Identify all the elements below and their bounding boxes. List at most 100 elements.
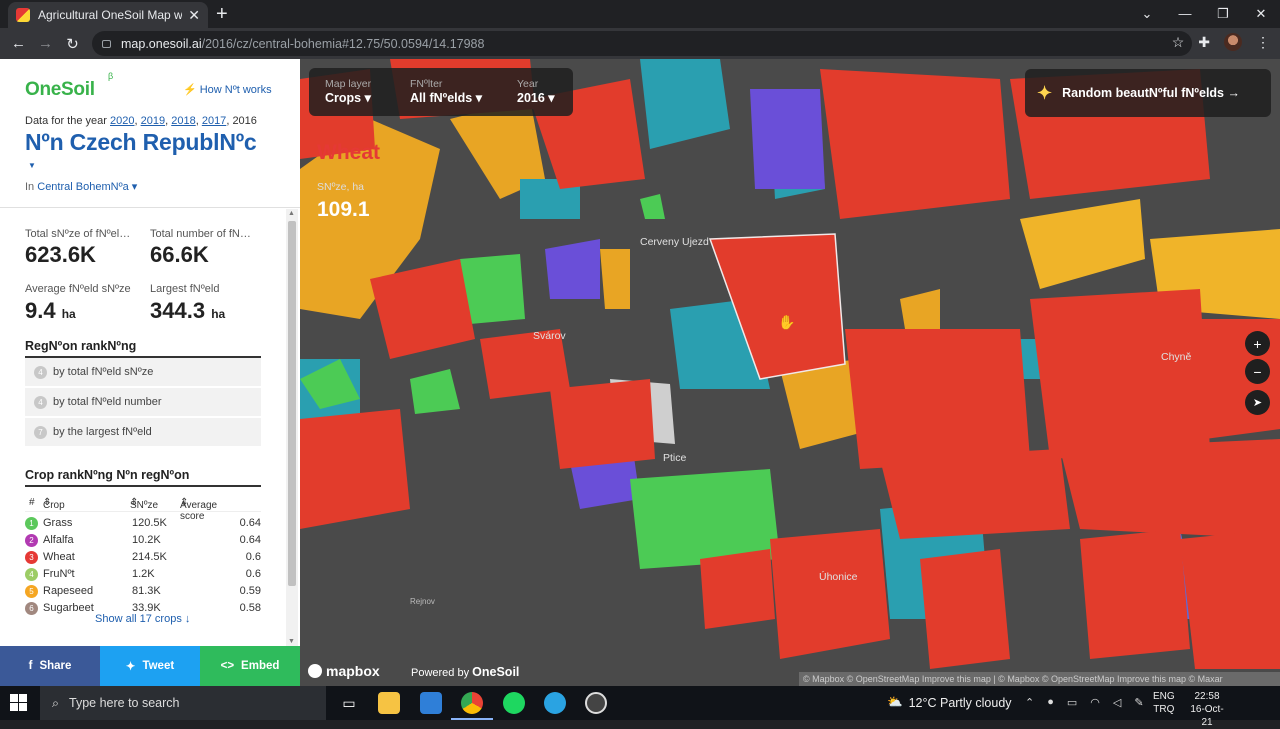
crop-row[interactable]: 3 Wheat 214.5K 0.6 xyxy=(25,549,261,566)
mapbox-logo[interactable]: mapbox xyxy=(308,663,380,679)
scroll-thumb[interactable] xyxy=(288,221,296,586)
panel-scrollbar[interactable]: ▲ ▼ xyxy=(286,209,298,646)
wifi-icon[interactable]: ◠ xyxy=(1090,696,1100,709)
taskbar-clock[interactable]: 22:58 16-Oct-21 xyxy=(1185,690,1229,729)
country-dropdown-icon[interactable]: ▼ xyxy=(28,161,36,170)
year-link-2020[interactable]: 2020 xyxy=(110,115,134,127)
total-number-label: Total number of fN… xyxy=(150,228,251,240)
lock-icon xyxy=(102,39,111,48)
back-icon[interactable]: ← xyxy=(5,35,32,52)
volume-icon[interactable]: ◁ xyxy=(1113,696,1121,709)
forward-icon[interactable]: → xyxy=(32,35,59,52)
chevron-down-icon: ▾ xyxy=(364,91,371,105)
largest-field-stat: 344.3 ha xyxy=(150,298,225,324)
facebook-share-button[interactable]: f Share xyxy=(0,646,100,686)
bookmark-star-icon[interactable]: ☆ xyxy=(1172,34,1185,51)
year-value: 2016 xyxy=(517,91,545,105)
task-view-icon[interactable]: ▭ xyxy=(338,692,360,714)
language-indicator[interactable]: ENG TRQ xyxy=(1153,690,1175,716)
zoom-out-button[interactable]: − xyxy=(1245,359,1270,384)
how-it-works-link[interactable]: ⚡ How Nºt works xyxy=(183,83,272,96)
random-fields-button[interactable]: ✦ Random beautNºful fNºelds → xyxy=(1025,69,1271,117)
col-crop-sort[interactable]: Crop ⇕ xyxy=(43,497,65,511)
chevron-down-icon: ▾ xyxy=(548,91,555,105)
crop-map[interactable]: Map layer Crops ▾ FNºlter All fNºelds ▾ … xyxy=(300,59,1280,686)
file-explorer-icon[interactable] xyxy=(378,692,400,714)
year-link-2019[interactable]: 2019 xyxy=(141,115,165,127)
filter-selector[interactable]: FNºlter All fNºelds ▾ xyxy=(410,78,482,105)
browser-menu-icon[interactable]: ⋮ xyxy=(1256,34,1270,51)
tweet-button[interactable]: ✦ Tweet xyxy=(100,646,200,686)
col-size-sort[interactable]: SNºze ⇕ xyxy=(130,497,158,511)
chevron-up-icon[interactable]: ⌃ xyxy=(1025,696,1034,709)
region-rank-row[interactable]: 4 by total fNºeld number xyxy=(25,388,261,417)
weather-widget[interactable]: ⛅ 12°C Partly cloudy xyxy=(887,695,1012,710)
chevron-down-icon: ▾ xyxy=(475,91,482,105)
extensions-icon[interactable]: ✚ xyxy=(1198,34,1210,51)
embed-label: Embed xyxy=(241,660,280,672)
country-title[interactable]: Nºn Czech RepublNºc xyxy=(25,129,257,156)
crop-size: 120.5K xyxy=(132,517,167,529)
minimize-icon[interactable]: — xyxy=(1166,0,1204,28)
year-label: Year xyxy=(517,78,539,90)
crop-score: 0.59 xyxy=(239,585,261,597)
embed-button[interactable]: <> Embed xyxy=(200,646,300,686)
address-bar[interactable]: map.onesoil.ai /2016/cz/central-bohemia#… xyxy=(92,31,1192,56)
avg-size-stat: 9.4 ha xyxy=(25,298,76,324)
mail-icon[interactable] xyxy=(420,692,442,714)
crop-row[interactable]: 5 Rapeseed 81.3K 0.59 xyxy=(25,583,261,600)
year-link-2017[interactable]: 2017 xyxy=(202,115,226,127)
reload-icon[interactable]: ↻ xyxy=(59,35,86,53)
region-prefix: In xyxy=(25,181,35,193)
locate-icon[interactable]: ➤ xyxy=(1245,390,1270,415)
region-rank-row[interactable]: 7 by the largest fNºeld xyxy=(25,418,261,447)
tab-search-icon[interactable]: ⌄ xyxy=(1128,0,1166,28)
profile-avatar[interactable] xyxy=(1224,33,1242,51)
info-panel: OneSoil β ⚡ How Nºt works Data for the ye… xyxy=(0,59,300,686)
close-tab-icon[interactable]: ✕ xyxy=(188,7,200,24)
powered-by-label: Powered by xyxy=(411,667,470,679)
filter-value: All fNºelds xyxy=(410,91,473,105)
crop-row[interactable]: 4 FruNºt 1.2K 0.6 xyxy=(25,566,261,583)
spotify-icon[interactable] xyxy=(503,692,525,714)
chrome-icon[interactable] xyxy=(451,692,493,720)
map-layer-selector[interactable]: Map layer Crops ▾ xyxy=(325,78,371,105)
region-dropdown[interactable]: Central BohemNºa xyxy=(37,181,128,193)
region-rank-row[interactable]: 4 by total fNºeld sNºze xyxy=(25,358,261,387)
onesoil-logo[interactable]: OneSoil xyxy=(25,79,95,101)
toolbar-actions: ☆ ✚ ⋮ xyxy=(1172,33,1270,51)
year-selector: Data for the year 2020, 2019, 2018, 2017… xyxy=(25,115,257,127)
pen-icon[interactable]: ✎ xyxy=(1134,696,1143,709)
section-rule xyxy=(25,485,261,487)
region-caret-icon[interactable]: ▾ xyxy=(129,181,138,193)
map-layer-label: Map layer xyxy=(325,78,372,90)
browser-tab[interactable]: Agricultural OneSoil Map with AI ✕ xyxy=(8,2,208,28)
tab-title: Agricultural OneSoil Map with AI xyxy=(38,8,183,22)
battery-icon[interactable]: ▭ xyxy=(1067,696,1077,709)
windows-start-icon[interactable] xyxy=(10,694,28,712)
language-primary: ENG xyxy=(1153,691,1175,702)
maximize-icon[interactable]: ❐ xyxy=(1204,0,1242,28)
year-dropdown[interactable]: Year 2016 ▾ xyxy=(517,78,555,105)
col-score-sort[interactable]: Average score ⇕ xyxy=(180,497,217,522)
telegram-icon[interactable] xyxy=(544,692,566,714)
zoom-in-button[interactable]: + xyxy=(1245,331,1270,356)
year-link-2018[interactable]: 2018 xyxy=(171,115,195,127)
map-attribution[interactable]: © Mapbox © OpenStreetMap Improve this ma… xyxy=(799,672,1280,686)
scroll-up-icon[interactable]: ▲ xyxy=(288,210,295,217)
show-all-crops-link[interactable]: Show all 17 crops ↓ xyxy=(95,613,190,625)
new-tab-icon[interactable]: + xyxy=(216,4,228,24)
language-secondary: TRQ xyxy=(1153,704,1175,715)
region-selector: In Central BohemNºa ▾ xyxy=(25,180,137,193)
scroll-down-icon[interactable]: ▼ xyxy=(288,638,295,645)
close-window-icon[interactable]: ✕ xyxy=(1242,0,1280,28)
microphone-icon[interactable]: ● xyxy=(1047,696,1054,709)
obs-icon[interactable] xyxy=(585,692,607,714)
crop-table-header: # Crop ⇕ SNºze ⇕ Average score ⇕ xyxy=(25,494,261,522)
crop-size: 214.5K xyxy=(132,551,167,563)
crop-row[interactable]: 2 Alfalfa 10.2K 0.64 xyxy=(25,532,261,549)
crop-row[interactable]: 1 Grass 120.5K 0.64 xyxy=(25,515,261,532)
map-fields-canvas[interactable] xyxy=(300,59,1280,686)
crop-size: 1.2K xyxy=(132,568,155,580)
taskbar-search[interactable]: ⌕ Type here to search xyxy=(40,686,326,720)
